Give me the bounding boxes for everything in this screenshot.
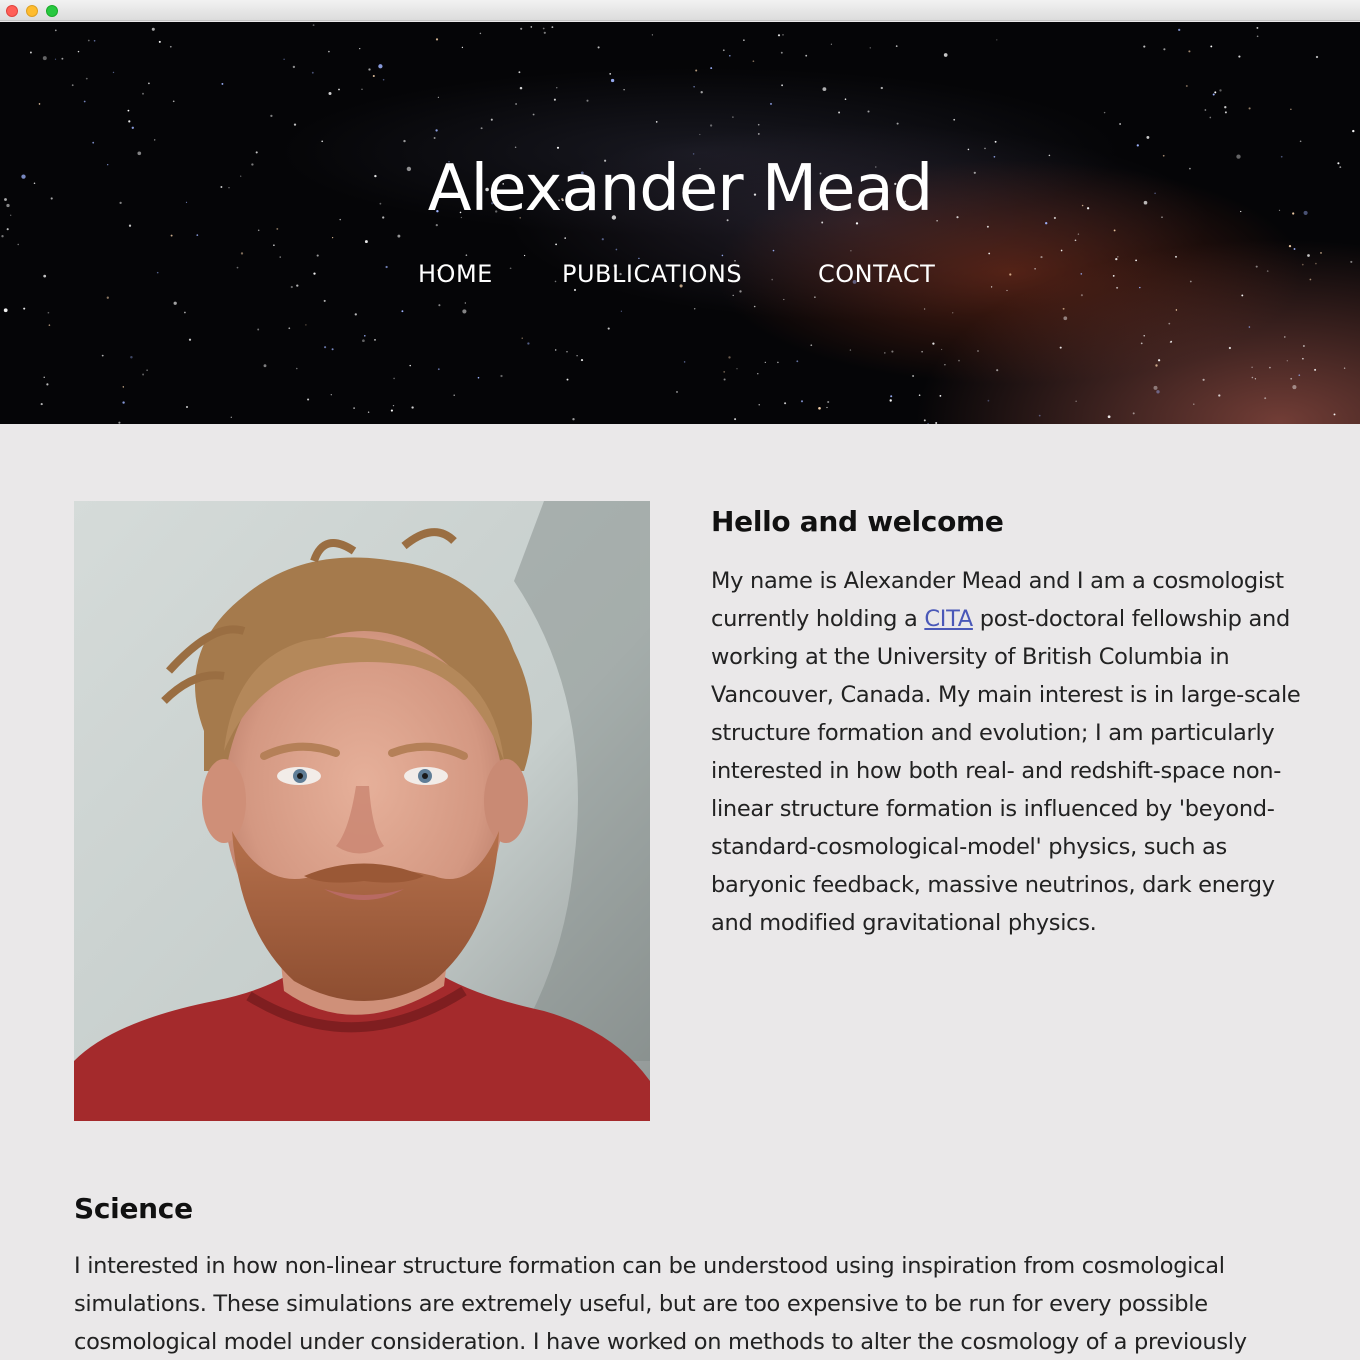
maximize-window-button[interactable] bbox=[46, 5, 58, 17]
nav-contact-link[interactable]: CONTACT bbox=[818, 260, 935, 288]
cita-link[interactable]: CITA bbox=[924, 606, 973, 632]
welcome-heading: Hello and welcome bbox=[711, 505, 1004, 538]
welcome-paragraph: My name is Alexander Mead and I am a cos… bbox=[711, 562, 1301, 942]
nav-home-link[interactable]: HOME bbox=[418, 260, 493, 288]
hero-banner: Alexander Mead HOME PUBLICATIONS CONTACT bbox=[0, 22, 1360, 424]
welcome-section: Hello and welcome My name is Alexander M… bbox=[711, 505, 1301, 942]
site-title: Alexander Mead bbox=[427, 152, 934, 226]
minimize-window-button[interactable] bbox=[26, 5, 38, 17]
close-window-button[interactable] bbox=[6, 5, 18, 17]
welcome-text-end: post-doctoral fellowship and working at … bbox=[711, 606, 1301, 936]
science-heading: Science bbox=[74, 1192, 193, 1225]
nav-publications-link[interactable]: PUBLICATIONS bbox=[562, 260, 742, 288]
science-paragraph: I interested in how non-linear structure… bbox=[74, 1253, 1247, 1355]
main-nav: HOME PUBLICATIONS CONTACT bbox=[0, 260, 1360, 290]
window-titlebar bbox=[0, 0, 1360, 21]
profile-photo bbox=[74, 501, 650, 1121]
science-section: Science I interested in how non-linear s… bbox=[74, 1192, 1294, 1360]
